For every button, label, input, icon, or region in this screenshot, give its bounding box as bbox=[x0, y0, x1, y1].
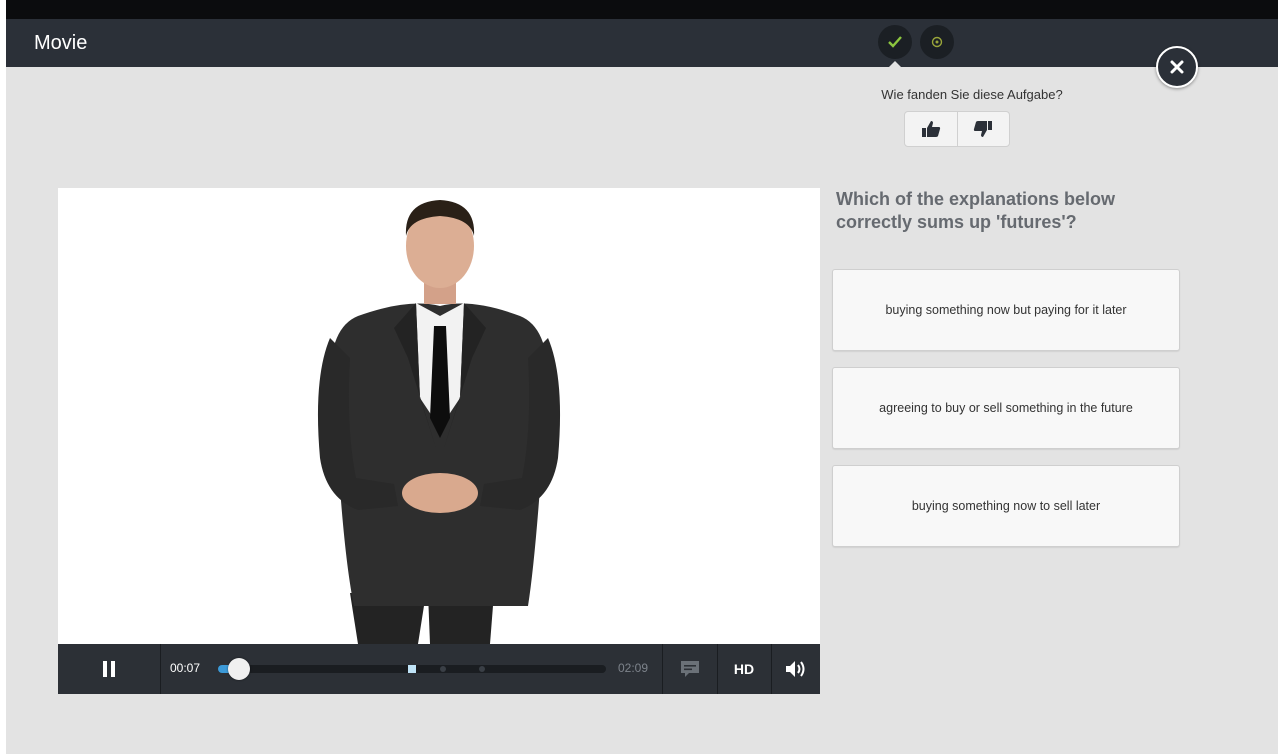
thumbs-up-button[interactable] bbox=[905, 112, 957, 146]
video-player[interactable]: 00:07 02:09 HD bbox=[58, 188, 820, 694]
video-frame-presenter bbox=[58, 188, 820, 644]
controls-divider bbox=[160, 644, 161, 694]
chapter-marker[interactable] bbox=[478, 666, 485, 672]
chapter-marker[interactable] bbox=[408, 665, 416, 673]
target-icon bbox=[931, 36, 943, 48]
check-icon bbox=[888, 36, 902, 48]
answer-option-2[interactable]: agreeing to buy or sell something in the… bbox=[832, 367, 1180, 449]
thumbs-up-icon bbox=[921, 121, 940, 137]
pause-button[interactable] bbox=[58, 644, 160, 694]
thumbs-down-button[interactable] bbox=[956, 112, 1010, 146]
total-time: 02:09 bbox=[618, 661, 649, 675]
controls-divider bbox=[662, 644, 663, 694]
answer-option-3[interactable]: buying something now to sell later bbox=[832, 465, 1180, 547]
close-button[interactable] bbox=[1156, 46, 1198, 88]
volume-icon bbox=[786, 661, 805, 677]
current-time: 00:07 bbox=[170, 661, 201, 675]
status-target-button[interactable] bbox=[920, 25, 954, 59]
window-top-strip bbox=[6, 0, 1278, 19]
thumbs-down-icon bbox=[974, 121, 993, 137]
page-title: Movie bbox=[34, 32, 88, 54]
answer-option-label: buying something now but paying for it l… bbox=[885, 302, 1127, 317]
chapter-marker[interactable] bbox=[440, 666, 447, 672]
status-complete-button[interactable] bbox=[878, 25, 912, 59]
seek-bar[interactable] bbox=[218, 658, 606, 680]
close-icon bbox=[1170, 60, 1184, 74]
status-indicator-caret bbox=[888, 61, 902, 68]
feedback-prompt: Wie fanden Sie diese Aufgabe? bbox=[881, 87, 1063, 102]
answer-option-label: agreeing to buy or sell something in the… bbox=[879, 400, 1133, 415]
volume-button[interactable] bbox=[772, 644, 820, 694]
captions-icon bbox=[681, 661, 699, 677]
seek-handle[interactable] bbox=[228, 658, 251, 680]
answer-option-label: buying something now to sell later bbox=[911, 498, 1101, 513]
app-frame: Movie Wie fanden Sie diese Aufgabe? 00:0… bbox=[6, 0, 1278, 754]
header-bar: Movie bbox=[6, 19, 1278, 68]
captions-button[interactable] bbox=[664, 644, 716, 694]
hd-toggle-button[interactable]: HD bbox=[718, 644, 770, 694]
quiz-question: Which of the explanations below correctl… bbox=[836, 189, 1116, 232]
pause-icon bbox=[103, 661, 115, 677]
rating-buttons bbox=[904, 111, 1010, 147]
player-controls: 00:07 02:09 HD bbox=[58, 644, 820, 694]
answer-option-1[interactable]: buying something now but paying for it l… bbox=[832, 269, 1180, 351]
